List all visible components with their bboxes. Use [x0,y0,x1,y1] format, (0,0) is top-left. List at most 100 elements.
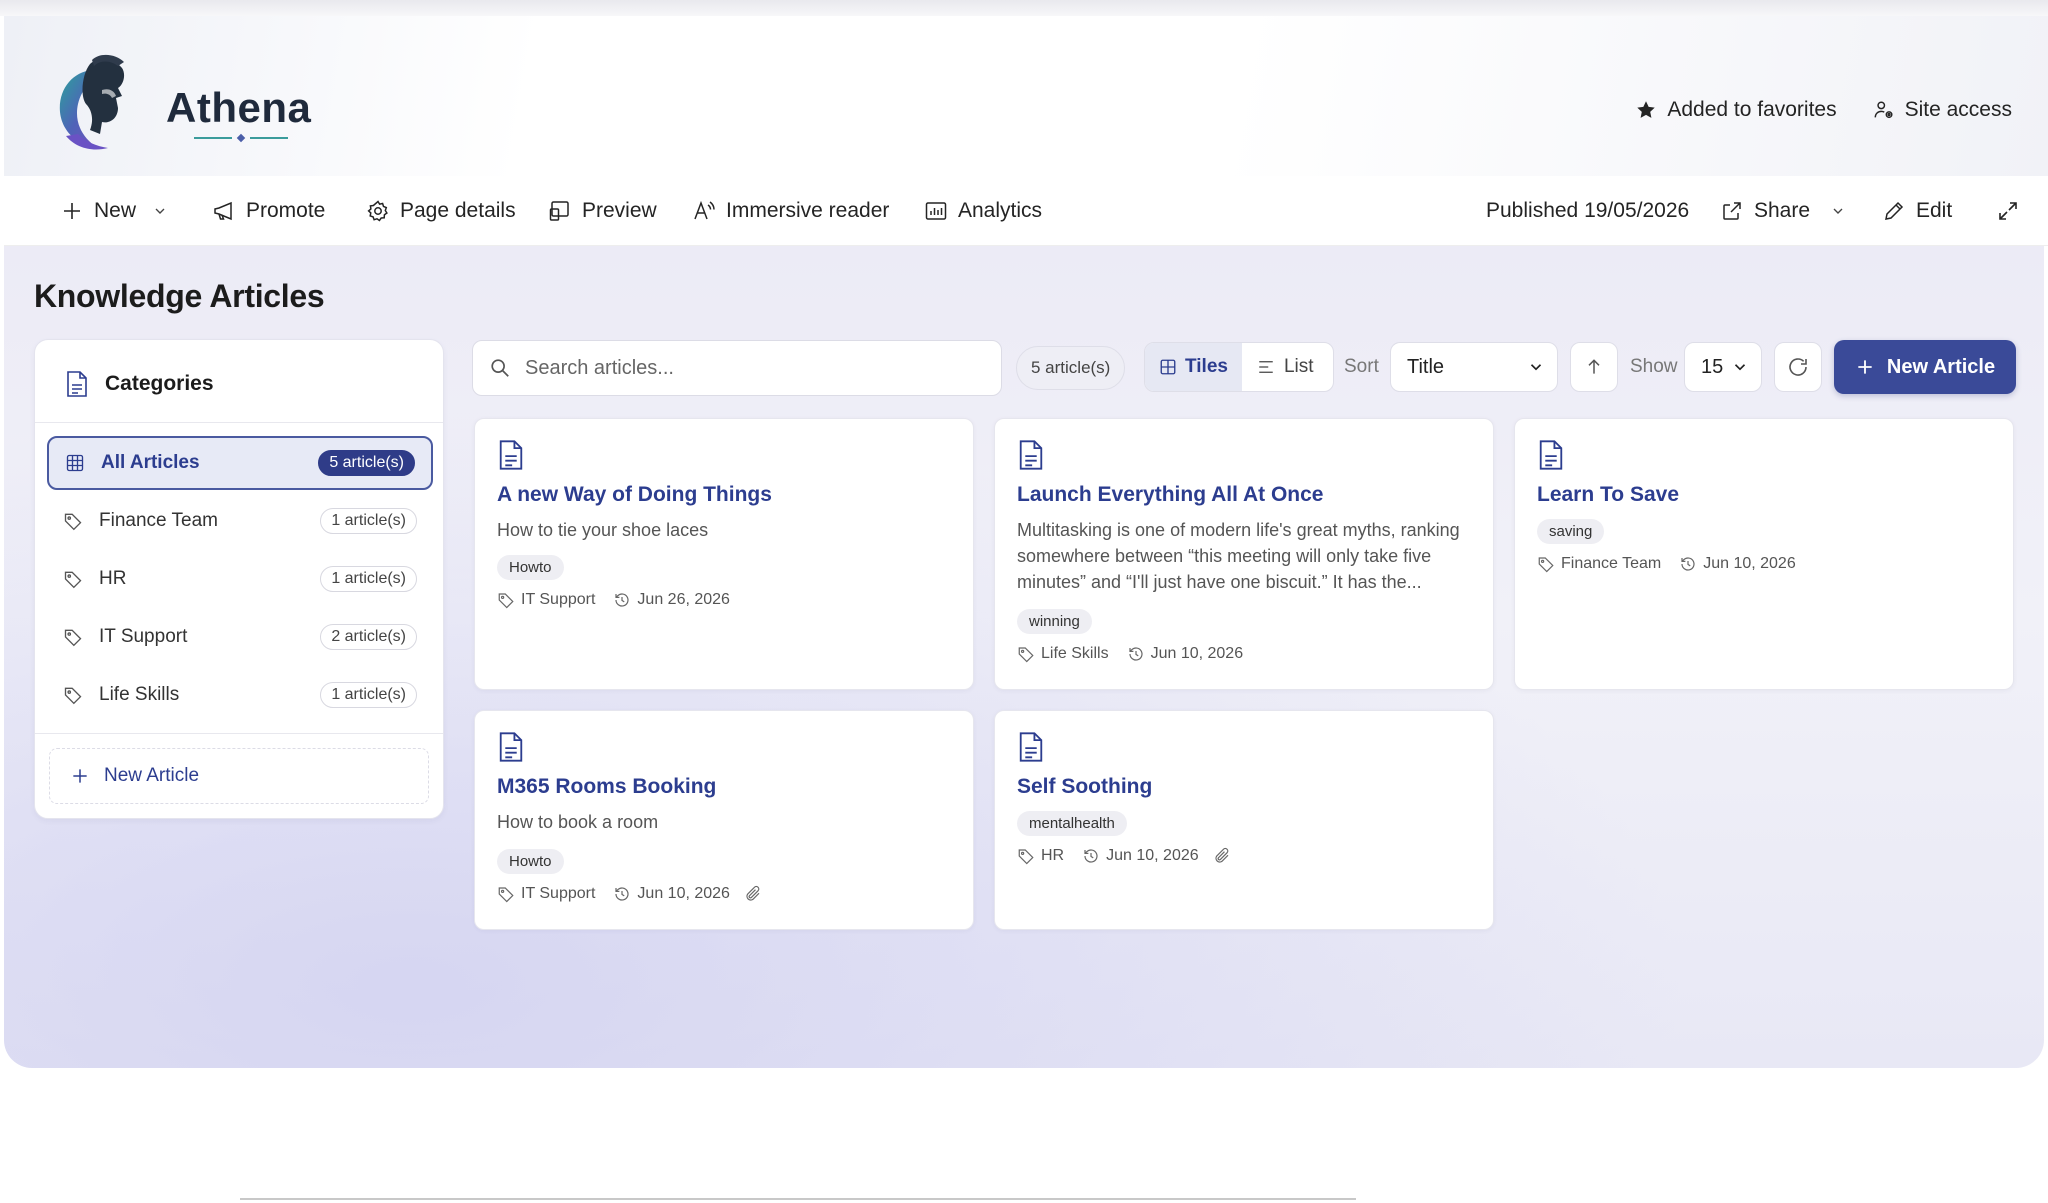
article-description: How to book a room [497,812,659,832]
search-box [472,340,1002,396]
article-card[interactable]: Self Soothing mentalhealth HR Jun 10, 20… [994,710,1494,930]
site-header: Athena Added to favorites Site access [4,16,2048,176]
page-size-value: 15 [1701,355,1724,378]
document-icon [67,371,87,397]
tag-icon [498,593,514,609]
plus-icon [73,769,87,783]
tag-icon [1018,849,1034,865]
sort-select[interactable]: Title [1390,342,1558,392]
command-bar: New Promote Page details Preview Immersi… [4,176,2048,246]
megaphone-icon [214,201,232,221]
title-underline-decoration [194,133,290,143]
favorite-label: Added to favorites [1667,98,1837,121]
sort-label: Sort [1344,356,1379,377]
arrow-up-icon [1588,359,1600,374]
page-details-button[interactable]: Page details [366,196,516,226]
favorite-button[interactable]: Added to favorites [1635,98,1837,122]
people-settings-icon [1874,101,1893,119]
article-category: IT Support [521,885,596,902]
show-label: Show [1630,356,1678,377]
article-meta: Finance Team Jun 10, 2026 [1537,555,1796,573]
preview-button[interactable]: Preview [548,196,657,226]
document-icon [1019,732,1043,762]
immersive-reader-button[interactable]: Immersive reader [692,196,889,226]
article-card[interactable]: Launch Everything All At Once Multitaski… [994,418,1494,690]
promote-label: Promote [246,199,326,222]
share-label: Share [1754,199,1811,222]
category-hr[interactable]: HR 1 article(s) [47,552,433,606]
tiles-label: Tiles [1185,356,1228,377]
page-size-select[interactable]: 15 [1684,342,1762,392]
new-menu-button[interactable]: New [60,196,168,226]
category-it-support[interactable]: IT Support 2 article(s) [47,610,433,664]
category-count-badge: 2 article(s) [320,624,417,650]
document-icon [1019,440,1043,470]
tag-icon [1538,557,1554,573]
refresh-icon [1789,358,1807,376]
history-icon [1681,557,1695,571]
horizontal-scrollbar[interactable] [240,1198,1356,1200]
search-icon [491,359,509,377]
chevron-down-icon [1734,364,1746,371]
paperclip-icon [1215,848,1229,863]
category-label: All Articles [101,452,200,473]
tag-icon [64,687,82,705]
search-input[interactable] [525,356,945,380]
page-title: Knowledge Articles [34,278,325,314]
tiles-view-button[interactable]: Tiles [1145,343,1242,391]
share-button[interactable]: Share [1720,196,1846,226]
history-icon [615,593,629,607]
document-icon [1539,440,1563,470]
tag-icon [498,887,514,903]
edit-button[interactable]: Edit [1882,196,1952,226]
article-card[interactable]: A new Way of Doing Things How to tie you… [474,418,974,690]
preview-icon [549,201,569,221]
plus-icon [64,203,80,219]
header-actions: Added to favorites Site access [1635,98,2012,122]
article-title[interactable]: M365 Rooms Booking [497,775,716,799]
categories-header: Categories [65,370,214,398]
article-tag: winning [1017,609,1092,634]
site-access-label: Site access [1904,98,2012,121]
article-title[interactable]: Learn To Save [1537,483,1679,507]
category-all-articles[interactable]: All Articles 5 article(s) [47,436,433,490]
divider [35,733,443,734]
article-card[interactable]: Learn To Save saving Finance Team Jun 10… [1514,418,2014,690]
article-category: HR [1041,847,1065,864]
article-tag: mentalhealth [1017,811,1127,836]
article-date: Jun 26, 2026 [637,591,730,608]
site-title[interactable]: Athena [166,84,311,132]
analytics-icon [925,202,947,220]
article-description: How to tie your shoe laces [497,520,709,540]
pencil-icon [1885,201,1904,220]
article-description: Multitasking is one of modern life's gre… [1017,520,1460,592]
sort-direction-button[interactable] [1570,342,1618,392]
sidebar-new-article-label: New Article [104,765,200,786]
new-article-button[interactable]: New Article [1834,340,2016,394]
page-details-label: Page details [400,199,516,222]
category-life-skills[interactable]: Life Skills 1 article(s) [47,668,433,722]
tag-icon [64,571,82,589]
category-count-badge: 1 article(s) [320,508,417,534]
article-date: Jun 10, 2026 [1150,645,1244,662]
sidebar-new-article-button[interactable]: New Article [49,748,429,804]
article-title[interactable]: Launch Everything All At Once [1017,483,1324,507]
browser-top-strip [0,0,2048,16]
tag-icon [64,513,82,531]
sort-value: Title [1407,355,1445,378]
expand-button[interactable] [1996,196,2020,226]
grid-icon [66,454,84,472]
promote-button[interactable]: Promote [212,196,325,226]
category-label: Finance Team [99,510,218,531]
site-access-button[interactable]: Site access [1873,98,2012,122]
refresh-button[interactable] [1774,342,1822,392]
analytics-button[interactable]: Analytics [924,196,1042,226]
article-meta: HR Jun 10, 2026 [1017,847,1231,865]
category-finance-team[interactable]: Finance Team 1 article(s) [47,494,433,548]
chevron-down-icon [155,208,165,214]
list-view-button[interactable]: List [1242,343,1328,391]
article-card[interactable]: M365 Rooms Booking How to book a room Ho… [474,710,974,930]
article-title[interactable]: Self Soothing [1017,775,1152,799]
main-canvas: Knowledge Articles Categories All Articl… [4,246,2044,1068]
article-title[interactable]: A new Way of Doing Things [497,483,772,507]
